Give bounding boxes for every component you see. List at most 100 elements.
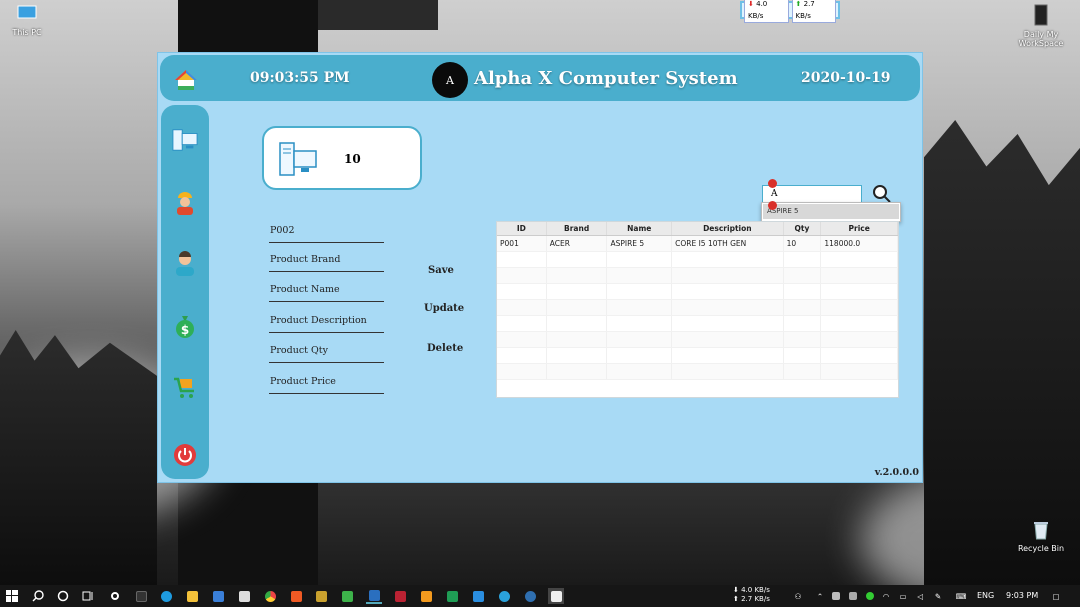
desktop-icon-label: Recycle Bin [1017,544,1065,553]
app-icon[interactable] [133,588,149,604]
column-header-description[interactable]: Description [672,222,784,235]
app-window: 09:03:55 PM A Alpha X Computer System 20… [157,52,923,483]
desktop-icon-workspace[interactable]: Daily My WorkSpace [1006,4,1076,48]
table-row-empty [497,252,898,268]
chrome-icon[interactable] [262,588,278,604]
app-icon[interactable] [444,588,460,604]
netbeans-icon[interactable] [366,588,382,604]
people-icon[interactable]: ⚇ [790,588,806,604]
power-icon [174,444,196,466]
app-icon[interactable] [392,588,408,604]
product-description-field[interactable]: Product Description [269,315,384,333]
computer-icon [279,142,317,176]
column-header-id[interactable]: ID [497,222,547,235]
date-display: 2020-10-19 [801,70,891,86]
desktop-icon-label: Daily My WorkSpace [1018,30,1064,48]
product-price-field[interactable]: Product Price [269,376,384,394]
store-icon[interactable] [236,588,252,604]
app-icon[interactable] [418,588,434,604]
product-id-field[interactable]: P002 [269,225,384,243]
worker-icon [177,192,193,215]
table-cell-name: ASPIRE 5 [607,236,673,251]
wifi-icon[interactable]: ◠ [878,588,894,604]
home-icon[interactable] [174,69,198,95]
computer-icon [17,5,37,22]
telegram-icon[interactable] [496,588,512,604]
settings-icon[interactable] [107,588,123,604]
table-cell-price: 118000.0 [821,236,898,251]
suggestion-item[interactable]: ASPIRE 5 [763,204,899,219]
table-cell-description: CORE I5 10TH GEN [672,236,784,251]
desktop-icon-this-pc[interactable]: This PC [0,4,62,37]
vscode-icon[interactable] [470,588,486,604]
column-header-qty[interactable]: Qty [784,222,822,235]
column-header-brand[interactable]: Brand [547,222,608,235]
search-icon[interactable] [30,588,46,604]
table-row[interactable]: P001 ACER ASPIRE 5 CORE I5 10TH GEN 10 1… [497,236,898,252]
notifications-icon[interactable]: ▢ [1048,588,1064,604]
search-suggestions: ASPIRE 5 [761,202,901,222]
start-icon[interactable] [4,588,20,604]
table-cell-id: P001 [497,236,547,251]
tray-speed-up-value: 2.7 KB/s [741,595,770,603]
product-brand-field[interactable]: Product Brand [269,254,384,272]
table-cell-brand: ACER [547,236,608,251]
table-row-empty [497,268,898,284]
delete-button[interactable]: Delete [427,343,463,354]
wallpaper-dark-band [318,0,438,30]
brave-icon[interactable] [288,588,304,604]
column-header-name[interactable]: Name [607,222,673,235]
wallpaper-trees [924,120,1080,585]
table-row-empty [497,300,898,316]
pen-icon[interactable]: ✎ [930,588,946,604]
table-row-empty [497,316,898,332]
chevron-up-icon[interactable]: ⌃ [812,588,828,604]
pin-marker-icon [768,201,777,210]
language-indicator[interactable]: ENG [977,591,994,600]
edge-icon[interactable] [158,588,174,604]
app-icon[interactable] [522,588,538,604]
java-app-icon[interactable] [548,588,564,604]
volume-icon[interactable]: ◁ [912,588,928,604]
file-explorer-icon[interactable] [184,588,200,604]
products-table: ID Brand Name Description Qty Price P001… [496,221,899,398]
sidebar-item-employees[interactable] [172,189,198,215]
download-arrow-icon: ⬇ [748,0,754,8]
network-speed-meter: ⬇ 4.0 KB/s ⬆ 2.7 KB/s [740,0,840,23]
table-row-empty [497,332,898,348]
sidebar-item-products[interactable] [172,127,198,153]
tray-app-icon[interactable] [845,588,861,604]
clock-display: 09:03:55 PM [250,70,350,86]
sidebar-item-customers[interactable] [172,250,198,276]
mail-icon[interactable] [210,588,226,604]
download-speed: ⬇ 4.0 KB/s [744,0,789,23]
sidebar-item-cart[interactable] [172,375,198,401]
tray-clock[interactable]: 9:03 PM [1006,591,1038,600]
wallpaper-dark-band [178,0,318,52]
app-title: Alpha X Computer System [474,68,738,89]
tray-app-icon[interactable] [862,588,878,604]
table-body: P001 ACER ASPIRE 5 CORE I5 10TH GEN 10 1… [497,236,898,380]
tray-speed-down: ⬇ 4.0 KB/s [733,586,770,594]
user-icon [176,251,194,276]
money-bag-icon: $ [176,316,194,338]
sidebar-item-sales[interactable]: $ [172,313,198,339]
app-icon[interactable] [339,588,355,604]
keyboard-icon[interactable]: ⌨ [953,588,969,604]
product-name-field[interactable]: Product Name [269,284,384,302]
cortana-icon[interactable] [55,588,71,604]
app-icon[interactable] [313,588,329,604]
tray-app-icon[interactable] [828,588,844,604]
column-header-price[interactable]: Price [821,222,898,235]
sidebar-item-logout[interactable] [172,442,198,468]
tray-network-speed: ⬇ 4.0 KB/s ⬆ 2.7 KB/s [733,586,770,604]
desktop-icon-recycle-bin[interactable]: Recycle Bin [1006,520,1076,553]
version-label: v.2.0.0.0 [874,467,919,478]
product-qty-field[interactable]: Product Qty [269,345,384,363]
desktop-icon-label: This PC [12,28,42,37]
update-button[interactable]: Update [424,303,464,314]
svg-text:$: $ [181,323,189,337]
task-view-icon[interactable] [80,588,96,604]
battery-icon[interactable]: ▭ [895,588,911,604]
save-button[interactable]: Save [428,265,454,276]
